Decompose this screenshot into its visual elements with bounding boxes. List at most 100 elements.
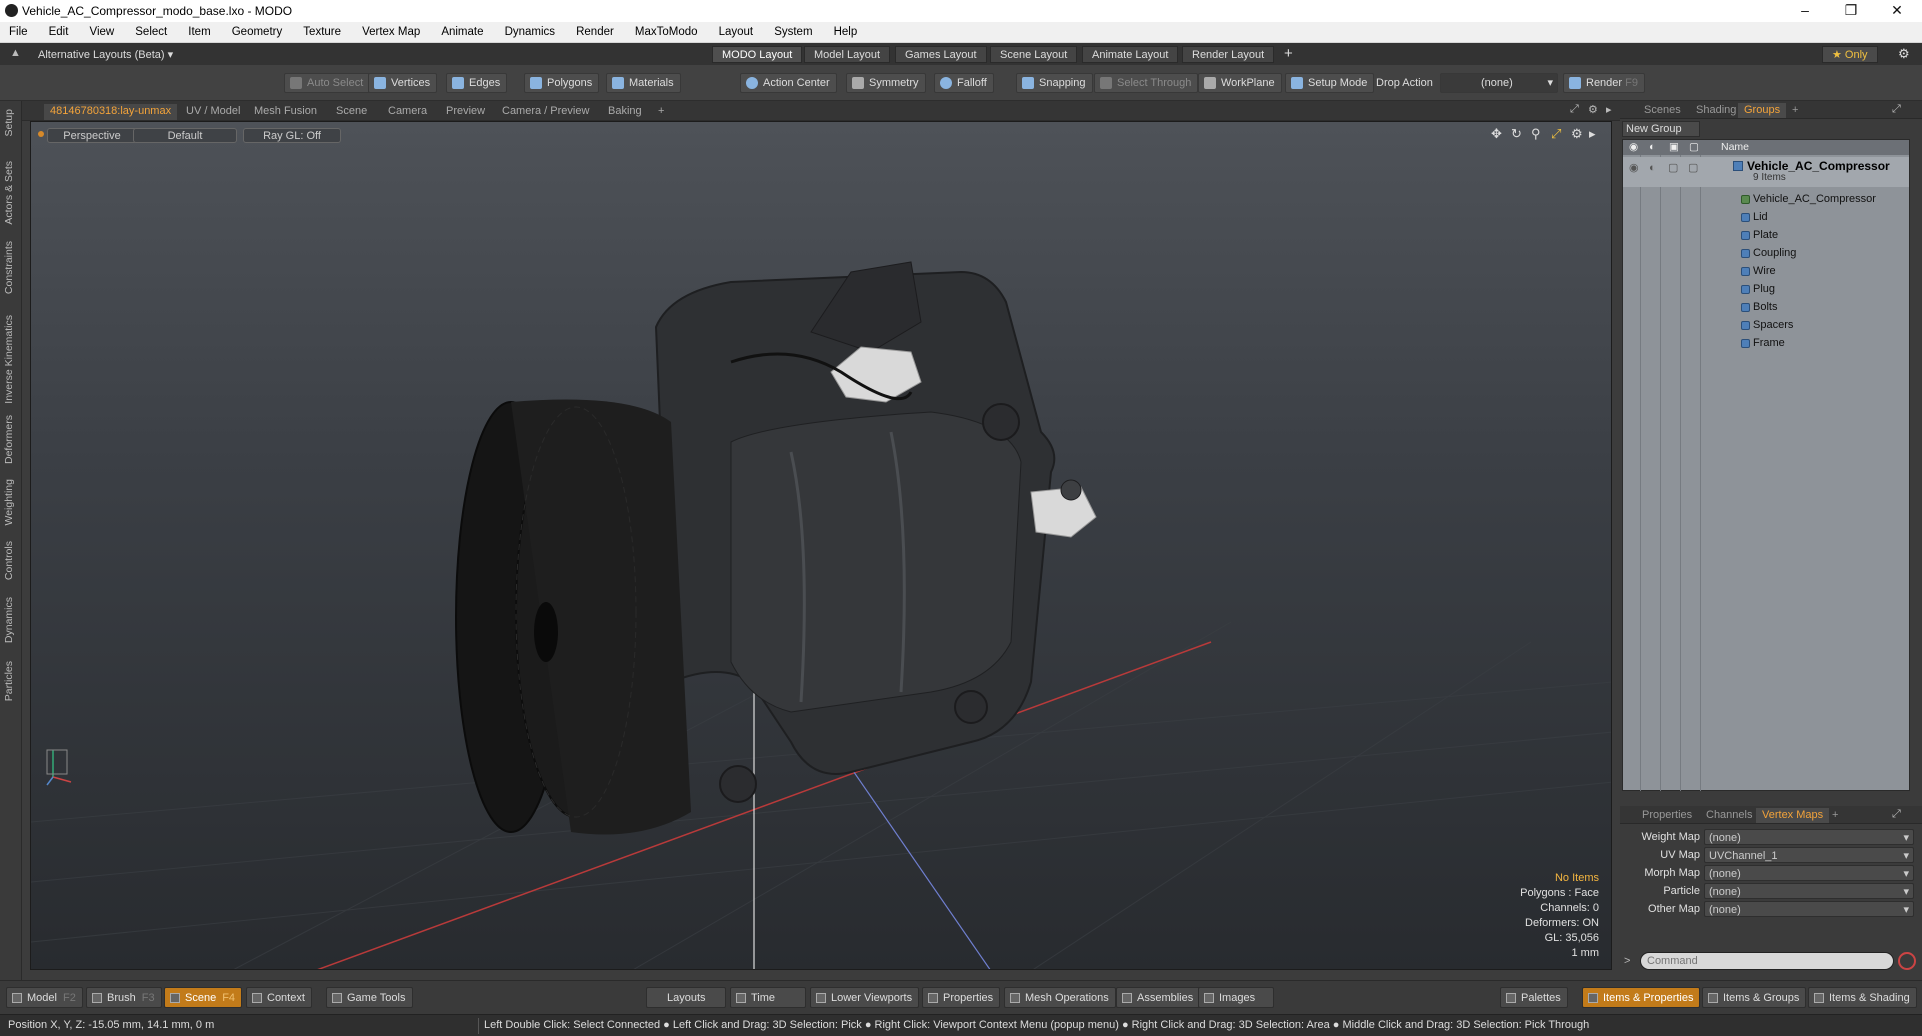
- render-button[interactable]: Render F9: [1563, 73, 1645, 93]
- tab-camera[interactable]: Camera: [382, 104, 433, 120]
- symmetry-button[interactable]: Symmetry: [846, 73, 926, 93]
- time-button[interactable]: Time: [730, 987, 806, 1008]
- polygons-button[interactable]: Polygons: [524, 73, 600, 93]
- tab-lay-unmax[interactable]: 48146780318:lay-unmax: [44, 104, 178, 120]
- tab-particles[interactable]: Particles: [3, 661, 15, 701]
- tab-actors-sets[interactable]: Actors & Sets: [3, 161, 15, 225]
- maximize-icon[interactable]: ⤢: [1892, 103, 1901, 116]
- tree-item-lid[interactable]: Lid: [1623, 208, 1909, 226]
- menu-help[interactable]: Help: [825, 22, 867, 38]
- workplane-button[interactable]: WorkPlane: [1198, 73, 1282, 93]
- images-button[interactable]: Images: [1198, 987, 1274, 1008]
- falloff-button[interactable]: Falloff: [934, 73, 994, 93]
- add-layout-button[interactable]: +: [1284, 45, 1293, 62]
- snapping-button[interactable]: Snapping: [1016, 73, 1093, 93]
- tab-groups[interactable]: Groups: [1738, 103, 1787, 118]
- layouts-button[interactable]: Layouts: [646, 987, 726, 1008]
- tab-vertex-maps[interactable]: Vertex Maps: [1756, 808, 1830, 823]
- model-button[interactable]: Model F2: [6, 987, 83, 1008]
- tab-model-layout[interactable]: Model Layout: [804, 46, 891, 63]
- select-toggle-icon[interactable]: ▢: [1688, 159, 1698, 177]
- close-button[interactable]: ✕: [1874, 0, 1920, 22]
- maximize-icon[interactable]: ⤢: [1570, 103, 1579, 116]
- tab-controls[interactable]: Controls: [3, 541, 15, 580]
- game-tools-button[interactable]: Game Tools: [326, 987, 413, 1008]
- tree-item-bolts[interactable]: Bolts: [1623, 298, 1909, 316]
- tree-item-vehicle-ac-compressor[interactable]: Vehicle_AC_Compressor: [1623, 190, 1909, 208]
- tab-camera-preview[interactable]: Camera / Preview: [496, 104, 595, 120]
- tree-item-frame[interactable]: Frame: [1623, 334, 1909, 352]
- menu-edit[interactable]: Edit: [40, 22, 78, 38]
- weight-map-dropdown[interactable]: (none): [1704, 829, 1914, 847]
- menu-maxtomodo[interactable]: MaxToModo: [626, 22, 707, 38]
- add-tab-button[interactable]: +: [1826, 808, 1844, 823]
- brush-button[interactable]: Brush F3: [86, 987, 162, 1008]
- layout-collapse-icon[interactable]: ▲: [10, 47, 21, 59]
- lock-icon[interactable]: ◐: [1649, 159, 1656, 177]
- menu-item[interactable]: Item: [179, 22, 219, 38]
- tab-mesh-fusion[interactable]: Mesh Fusion: [248, 104, 323, 120]
- assemblies-button[interactable]: Assemblies: [1116, 987, 1201, 1008]
- tree-item-coupling[interactable]: Coupling: [1623, 244, 1909, 262]
- items-groups-button[interactable]: Items & Groups: [1702, 987, 1807, 1008]
- restore-button[interactable]: ❐: [1828, 0, 1874, 22]
- tree-item-spacers[interactable]: Spacers: [1623, 316, 1909, 334]
- particle-dropdown[interactable]: (none): [1704, 883, 1914, 901]
- tree-item-wire[interactable]: Wire: [1623, 262, 1909, 280]
- tab-preview[interactable]: Preview: [440, 104, 491, 120]
- eye-icon[interactable]: ◉: [1629, 159, 1639, 177]
- context-button[interactable]: Context: [246, 987, 312, 1008]
- menu-texture[interactable]: Texture: [294, 22, 350, 38]
- tab-scenes[interactable]: Scenes: [1638, 103, 1687, 118]
- tab-scene-layout[interactable]: Scene Layout: [990, 46, 1078, 63]
- auto-select-button[interactable]: Auto Select: [284, 73, 371, 93]
- tab-modo-layout[interactable]: MODO Layout: [712, 46, 803, 63]
- arrow-right-icon[interactable]: ▸: [1606, 103, 1612, 116]
- tree-root-row[interactable]: ◉ ◐ ▢ ▢ Vehicle_AC_Compressor 9 Items: [1623, 157, 1909, 187]
- menu-file[interactable]: File: [0, 22, 37, 38]
- tab-dynamics[interactable]: Dynamics: [3, 597, 15, 643]
- mesh-operations-button[interactable]: Mesh Operations: [1004, 987, 1116, 1008]
- tab-constraints[interactable]: Constraints: [3, 241, 15, 294]
- palettes-button[interactable]: Palettes: [1500, 987, 1568, 1008]
- menu-vertex-map[interactable]: Vertex Map: [353, 22, 429, 38]
- tab-uv-model[interactable]: UV / Model: [180, 104, 246, 120]
- tab-scene[interactable]: Scene: [330, 104, 373, 120]
- uv-map-dropdown[interactable]: UVChannel_1: [1704, 847, 1914, 865]
- tab-baking[interactable]: Baking: [602, 104, 648, 120]
- menu-system[interactable]: System: [765, 22, 821, 38]
- lower-viewports-button[interactable]: Lower Viewports: [810, 987, 920, 1008]
- render-toggle-icon[interactable]: ▢: [1668, 159, 1678, 177]
- only-toggle[interactable]: ★ Only: [1822, 46, 1878, 63]
- tab-shading[interactable]: Shading: [1690, 103, 1742, 118]
- tab-properties[interactable]: Properties: [1636, 808, 1698, 823]
- tab-weighting[interactable]: Weighting: [3, 479, 15, 526]
- menu-view[interactable]: View: [80, 22, 123, 38]
- menu-layout[interactable]: Layout: [710, 22, 763, 38]
- maximize-icon[interactable]: ⤢: [1892, 808, 1901, 821]
- menu-render[interactable]: Render: [567, 22, 623, 38]
- menu-select[interactable]: Select: [126, 22, 176, 38]
- add-tab-button[interactable]: +: [1786, 103, 1804, 118]
- gear-icon[interactable]: ⚙: [1588, 103, 1598, 116]
- scene-button[interactable]: Scene F4: [164, 987, 243, 1008]
- 3d-viewport[interactable]: Perspective Default Ray GL: Off ✥ ↻ ⚲ ⤢ …: [30, 121, 1612, 970]
- tab-channels[interactable]: Channels: [1700, 808, 1758, 823]
- menu-animate[interactable]: Animate: [432, 22, 492, 38]
- tab-animate-layout[interactable]: Animate Layout: [1082, 46, 1179, 63]
- alternative-layouts-dropdown[interactable]: Alternative Layouts (Beta) ▾: [38, 48, 173, 61]
- properties-button[interactable]: Properties: [922, 987, 1001, 1008]
- tab-render-layout[interactable]: Render Layout: [1182, 46, 1275, 63]
- select-through-button[interactable]: Select Through: [1094, 73, 1199, 93]
- add-tab-button[interactable]: +: [652, 104, 670, 120]
- morph-map-dropdown[interactable]: (none): [1704, 865, 1914, 883]
- action-center-button[interactable]: Action Center: [740, 73, 837, 93]
- items-properties-button[interactable]: Items & Properties: [1582, 987, 1701, 1008]
- tab-setup[interactable]: Setup: [3, 109, 15, 136]
- edges-button[interactable]: Edges: [446, 73, 508, 93]
- materials-button[interactable]: Materials: [606, 73, 681, 93]
- setup-mode-button[interactable]: Setup Mode: [1285, 73, 1375, 93]
- tree-item-plug[interactable]: Plug: [1623, 280, 1909, 298]
- vertices-button[interactable]: Vertices: [368, 73, 438, 93]
- menu-geometry[interactable]: Geometry: [223, 22, 292, 38]
